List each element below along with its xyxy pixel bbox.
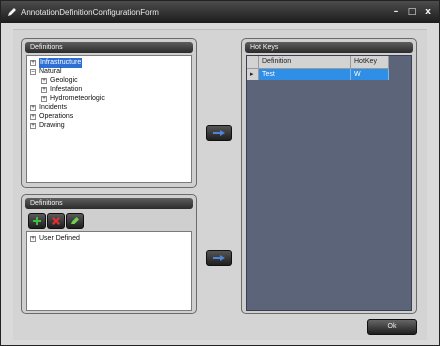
definitions-tree[interactable]: + Infrastructure − Natural + Geologic + …: [26, 55, 192, 183]
close-button[interactable]: x: [421, 5, 435, 19]
add-button[interactable]: [28, 213, 46, 229]
minimize-button[interactable]: –: [389, 5, 403, 19]
tree-item-label: Drawing: [39, 122, 65, 129]
add-icon: [33, 217, 41, 225]
expand-icon[interactable]: +: [30, 123, 36, 129]
cell-hotkey[interactable]: W: [351, 69, 389, 80]
edit-icon: [71, 217, 79, 224]
title-bar[interactable]: AnnotationDefinitionConfigurationForm – …: [1, 1, 439, 23]
definitions-header: Definitions: [25, 42, 193, 53]
definitions-panel: Definitions + Infrastructure − Natural +…: [21, 38, 197, 188]
hotkeys-panel: Hot Keys Definition HotKey ▸ Test W: [241, 38, 417, 314]
arrow-right-icon: [213, 255, 225, 261]
column-header-hotkey[interactable]: HotKey: [351, 56, 389, 69]
configuration-window: AnnotationDefinitionConfigurationForm – …: [0, 0, 440, 346]
row-header-corner: [247, 56, 259, 69]
cell-definition[interactable]: Test: [259, 69, 351, 80]
assign-user-hotkey-button[interactable]: [206, 250, 232, 266]
ok-button[interactable]: Ok: [367, 319, 417, 335]
tree-item-label: User Defined: [39, 235, 80, 242]
expand-icon[interactable]: +: [30, 236, 36, 242]
pen-icon: [8, 8, 16, 16]
window-title: AnnotationDefinitionConfigurationForm: [21, 7, 159, 17]
tree-item-user-defined[interactable]: + User Defined: [30, 234, 80, 244]
tree-item-drawing[interactable]: + Drawing: [30, 121, 65, 131]
expand-icon[interactable]: +: [41, 96, 47, 102]
expand-icon[interactable]: +: [41, 87, 47, 93]
hotkeys-grid[interactable]: Definition HotKey ▸ Test W: [246, 55, 412, 311]
delete-icon: [52, 217, 60, 225]
client-area: Definitions + Infrastructure − Natural +…: [13, 29, 427, 340]
user-definitions-header: Definitions: [25, 198, 193, 209]
collapse-icon[interactable]: −: [30, 69, 36, 75]
expand-icon[interactable]: +: [41, 78, 47, 84]
row-indicator-icon[interactable]: ▸: [247, 69, 259, 80]
user-definitions-panel: Definitions + User Defined: [21, 194, 197, 314]
arrow-right-icon: [213, 130, 225, 136]
table-row[interactable]: ▸ Test W: [247, 69, 411, 80]
expand-icon[interactable]: +: [30, 114, 36, 120]
hotkeys-header: Hot Keys: [245, 42, 413, 53]
expand-icon[interactable]: +: [30, 60, 36, 66]
maximize-button[interactable]: □: [405, 5, 419, 19]
user-definitions-tree[interactable]: + User Defined: [26, 231, 192, 311]
column-header-definition[interactable]: Definition: [259, 56, 351, 69]
assign-hotkey-button[interactable]: [206, 125, 232, 141]
expand-icon[interactable]: +: [30, 105, 36, 111]
delete-button[interactable]: [47, 213, 65, 229]
edit-button[interactable]: [66, 213, 84, 229]
